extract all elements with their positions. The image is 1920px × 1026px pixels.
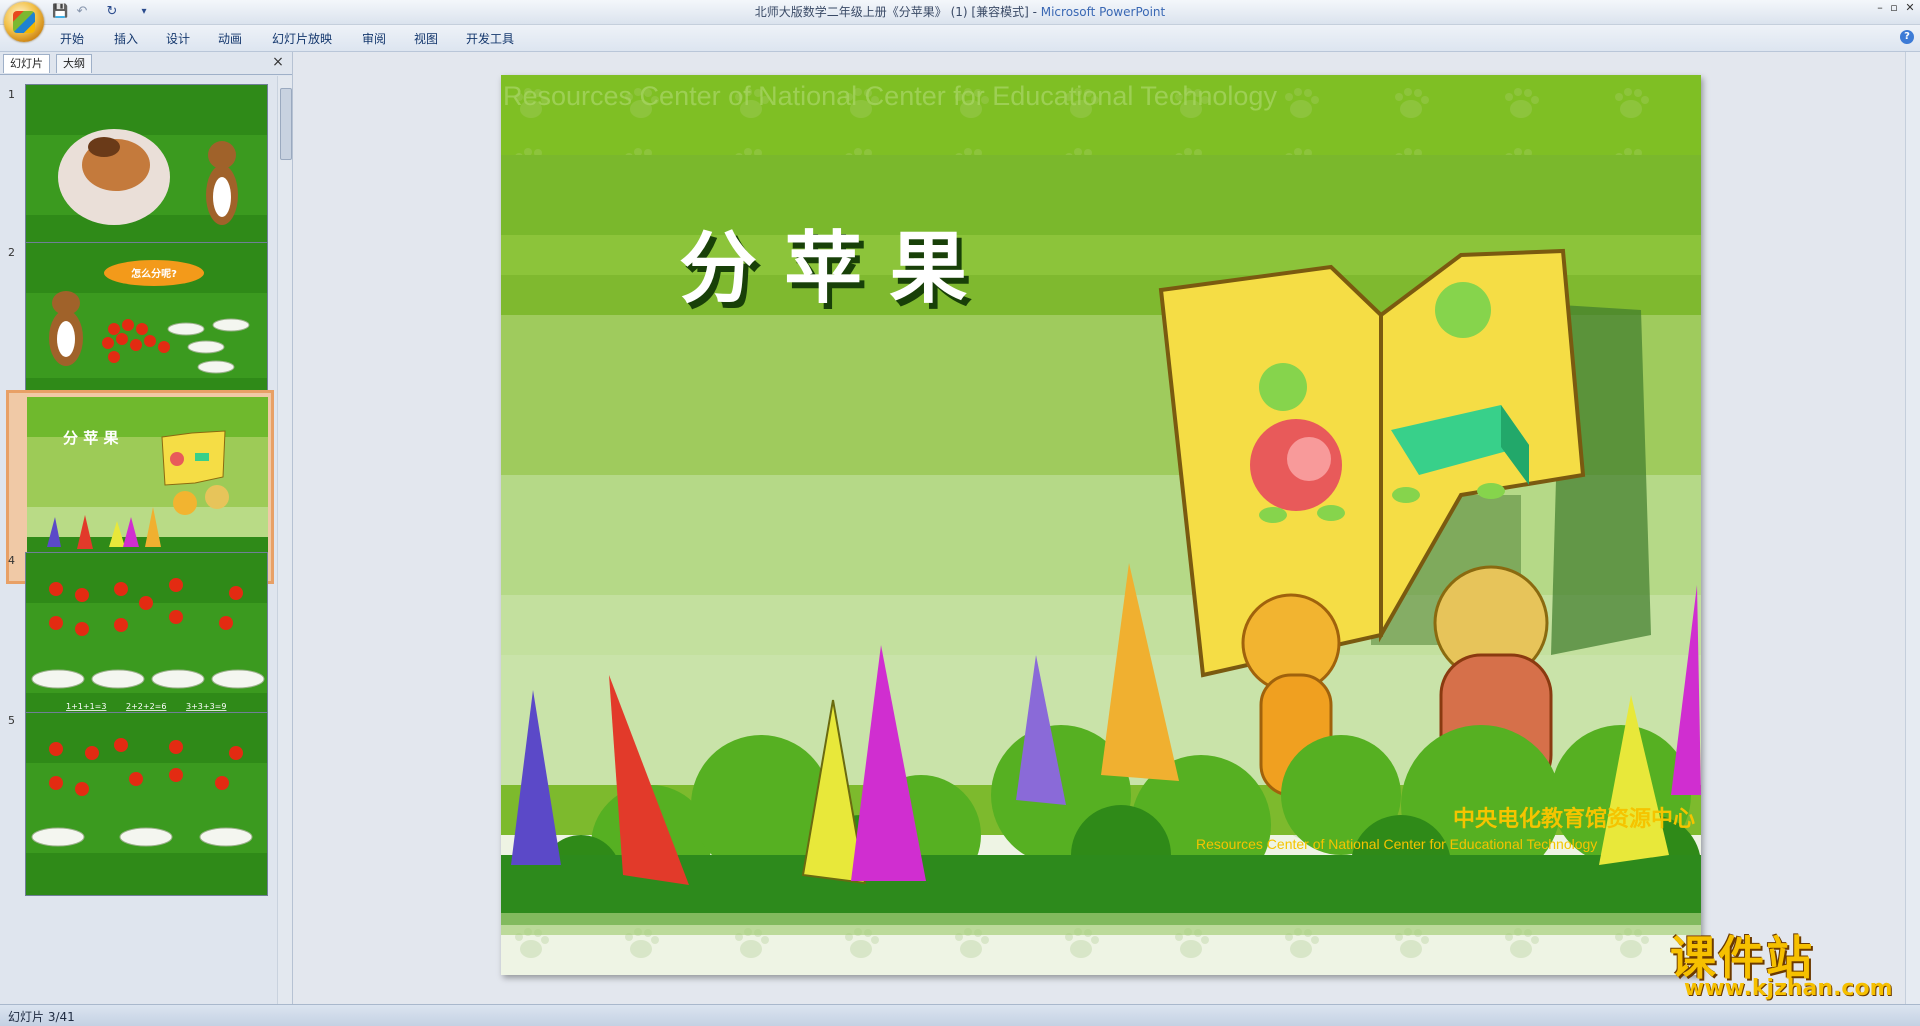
tab-review[interactable]: 审阅 <box>362 30 386 47</box>
slide-number: 2 <box>8 246 15 259</box>
slide-4-preview: 1+1+1=3 2+2+2=6 3+3+3=9 <box>26 553 267 735</box>
slide-footer-cn: 中央电化教育馆资源中心 <box>1453 806 1695 832</box>
slide-thumbnail-5[interactable] <box>25 712 268 896</box>
slide-title: 分 苹 果 <box>679 224 967 314</box>
undo-icon[interactable]: ↶ <box>74 4 90 20</box>
customize-toolbar-icon[interactable]: ▾ <box>136 4 152 20</box>
slide-number: 1 <box>8 88 15 101</box>
site-watermark: 课件站 www.kjzhan.com <box>1670 922 1910 1002</box>
slide-thumbnail-list: 1 2 怎么分呢? 分 苹 果 4 1+1+1=3 2+2+2=6 3+3+3=… <box>0 76 276 1004</box>
slide-canvas: Resources Center of National Center for … <box>501 75 1701 975</box>
editor-scrollbar[interactable] <box>1905 52 1920 1004</box>
tab-insert[interactable]: 插入 <box>114 30 138 47</box>
tab-home[interactable]: 开始 <box>60 30 84 47</box>
status-bar: 幻灯片 3/41 <box>0 1004 1920 1026</box>
tab-outline[interactable]: 大纲 <box>56 54 92 73</box>
pane-tabs: 幻灯片 大纲 <box>0 54 292 75</box>
close-button[interactable]: ✕ <box>1902 1 1918 15</box>
tab-design[interactable]: 设计 <box>166 30 190 47</box>
ribbon-tabs: 开始 插入 设计 动画 幻灯片放映 审阅 视图 开发工具 ? <box>0 25 1920 52</box>
title-bar: 北师大版数学二年级上册《分苹果》 (1) [兼容模式] - Microsoft … <box>0 0 1920 25</box>
slide-3-thumb-title: 分 苹 果 <box>63 429 119 447</box>
office-logo-icon <box>13 11 35 33</box>
slide-header-watermark: Resources Center of National Center for … <box>503 81 1277 111</box>
help-icon[interactable]: ? <box>1900 30 1914 44</box>
maximize-button[interactable]: ▫ <box>1886 1 1902 15</box>
office-button[interactable] <box>4 2 44 42</box>
window-title-separator: - <box>1028 5 1041 19</box>
window-title: 北师大版数学二年级上册《分苹果》 (1) [兼容模式] - Microsoft … <box>0 3 1920 20</box>
slide-number: 4 <box>8 554 15 567</box>
window-title-doc: 北师大版数学二年级上册《分苹果》 (1) [兼容模式] <box>754 5 1029 19</box>
slide-3-preview: 分 苹 果 <box>27 397 268 577</box>
slide-thumbnail-4[interactable]: 1+1+1=3 2+2+2=6 3+3+3=9 <box>25 552 268 736</box>
slide-4-label-2: 2+2+2=6 <box>126 702 166 711</box>
thumbnail-scrollbar[interactable] <box>277 76 292 1004</box>
tab-slides[interactable]: 幻灯片 <box>3 54 50 73</box>
tab-view[interactable]: 视图 <box>414 30 438 47</box>
save-icon[interactable]: 💾 <box>52 4 68 20</box>
slide-footer-en: Resources Center of National Center for … <box>1196 836 1597 852</box>
slide-1-preview <box>26 85 267 267</box>
tab-developer[interactable]: 开发工具 <box>466 30 514 47</box>
watermark-url: www.kjzhan.com <box>1684 976 1893 1001</box>
pane-close-icon[interactable]: × <box>271 55 285 69</box>
slide-counter: 幻灯片 3/41 <box>8 1010 75 1024</box>
window-title-app: Microsoft PowerPoint <box>1040 5 1166 19</box>
slide-number: 5 <box>8 714 15 727</box>
slide-2-bubble-text: 怎么分呢? <box>131 267 177 280</box>
redo-icon[interactable]: ↻ <box>104 4 120 20</box>
slide-4-label-3: 3+3+3=9 <box>186 702 226 711</box>
slide-thumbnail-1[interactable] <box>25 84 268 268</box>
tab-animations[interactable]: 动画 <box>218 30 242 47</box>
tab-slideshow[interactable]: 幻灯片放映 <box>272 30 332 47</box>
current-slide[interactable]: Resources Center of National Center for … <box>501 75 1701 975</box>
slide-4-label-1: 1+1+1=3 <box>66 702 106 711</box>
slide-5-preview <box>26 713 267 895</box>
scrollbar-thumb[interactable] <box>280 88 292 160</box>
